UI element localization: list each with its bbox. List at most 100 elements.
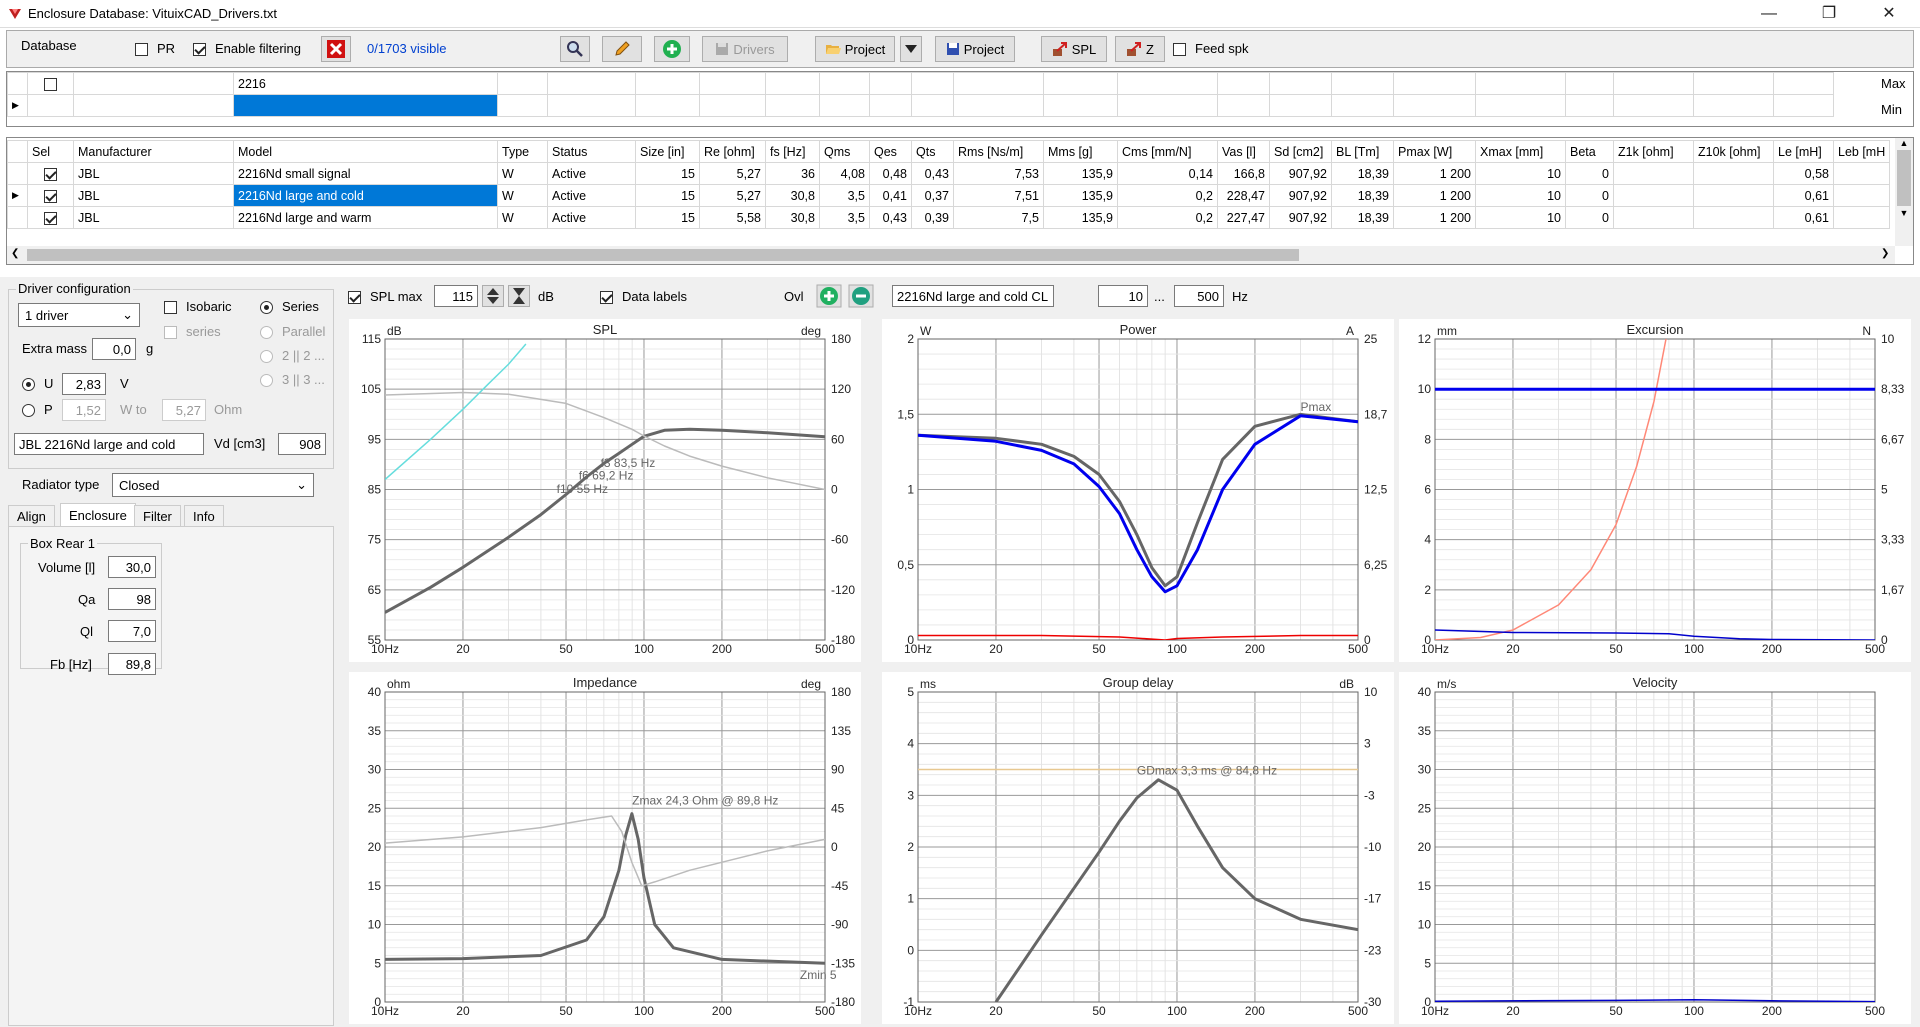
table-cell[interactable]: 0,14 [1117, 162, 1218, 185]
column-header[interactable]: Z1k [ohm] [1613, 140, 1694, 163]
column-header[interactable]: Cms [mm/N] [1117, 140, 1218, 163]
scroll-up-icon[interactable]: ▲ [1895, 138, 1913, 148]
qa-input[interactable]: 98 [108, 588, 156, 610]
feed-spk-checkbox[interactable] [1173, 42, 1186, 57]
filter-cell[interactable] [1043, 72, 1118, 95]
spl-graph[interactable]: SPLdB deg1151059585756555180120600-60-120… [349, 319, 861, 662]
column-header[interactable]: Qes [869, 140, 912, 163]
table-cell[interactable]: 30,8 [765, 184, 820, 207]
freq-to-input[interactable]: 500 [1174, 285, 1224, 307]
table-cell[interactable] [1693, 162, 1774, 185]
minimize-button[interactable]: — [1746, 0, 1792, 28]
table-cell[interactable] [1832, 184, 1891, 207]
table-cell[interactable]: 0,41 [869, 184, 912, 207]
scroll-thumb[interactable] [1897, 150, 1911, 206]
table-cell[interactable]: 0,2 [1117, 184, 1218, 207]
horizontal-scrollbar[interactable]: ❮ ❯ [7, 246, 1895, 264]
table-cell[interactable] [1832, 206, 1891, 229]
filter-cell[interactable] [1217, 94, 1270, 117]
ohm-input[interactable]: 5,27 [162, 399, 206, 421]
table-cell[interactable]: 18,39 [1331, 206, 1394, 229]
column-header[interactable]: Size [in] [635, 140, 700, 163]
save-project-button[interactable]: Project [935, 36, 1015, 62]
opt-22-radio[interactable] [260, 349, 273, 364]
volume-input[interactable]: 30,0 [108, 556, 156, 578]
scroll-left-icon[interactable]: ❮ [11, 248, 19, 259]
filter-cell[interactable] [1393, 72, 1476, 95]
extra-mass-input[interactable]: 0,0 [92, 338, 136, 360]
opt-33-radio[interactable] [260, 373, 273, 388]
fb-input[interactable]: 89,8 [108, 653, 156, 675]
column-header[interactable]: Z10k [ohm] [1693, 140, 1774, 163]
filter-cell[interactable] [765, 94, 820, 117]
filter-model-min-cell[interactable] [233, 94, 498, 117]
filter-cell[interactable] [699, 94, 766, 117]
row-header[interactable] [7, 206, 28, 229]
table-cell[interactable]: 1 200 [1393, 184, 1476, 207]
filter-cell[interactable] [819, 94, 870, 117]
column-header[interactable]: Sd [cm2] [1269, 140, 1332, 163]
tab-align[interactable]: Align [8, 505, 55, 527]
open-project-button[interactable]: Project [815, 36, 895, 62]
enable-filtering-checkbox[interactable] [193, 42, 206, 57]
table-cell[interactable]: 135,9 [1043, 206, 1118, 229]
remove-overlay-button[interactable] [848, 284, 874, 308]
project-dropdown-button[interactable] [900, 36, 922, 62]
filter-cell[interactable] [1043, 94, 1118, 117]
excursion-graph[interactable]: Excursion mm N 12 10 8 6 4 20 10 8,33 6,67 5 3,33 1,67… [1399, 319, 1911, 662]
column-header[interactable]: Qms [819, 140, 870, 163]
table-cell[interactable] [1613, 206, 1694, 229]
table-cell[interactable]: 0,37 [911, 184, 954, 207]
table-cell[interactable]: 907,92 [1269, 206, 1332, 229]
column-header[interactable]: Sel [27, 140, 74, 163]
filter-cell[interactable] [1475, 72, 1566, 95]
table-cell[interactable]: 4,08 [819, 162, 870, 185]
filter-cell[interactable] [1565, 94, 1614, 117]
row-header[interactable] [7, 162, 28, 185]
table-cell[interactable]: 0,2 [1117, 206, 1218, 229]
table-cell[interactable]: W [497, 206, 548, 229]
row-header[interactable]: ▶ [7, 184, 28, 207]
column-header[interactable]: Pmax [W] [1393, 140, 1476, 163]
table-cell[interactable]: Active [547, 206, 636, 229]
table-cell[interactable] [1832, 162, 1891, 185]
filter-cell[interactable] [1693, 72, 1774, 95]
clear-filter-button[interactable] [321, 36, 351, 62]
velocity-graph[interactable]: Velocitym/s403530252015105010Hz 20 50 100 20… [1399, 672, 1911, 1024]
table-cell[interactable]: 15 [635, 184, 700, 207]
filter-cell[interactable] [819, 72, 870, 95]
table-cell[interactable]: W [497, 184, 548, 207]
filter-model-cell[interactable]: 2216 [233, 72, 498, 95]
row-select-checkbox[interactable] [27, 162, 74, 185]
table-cell[interactable] [1613, 162, 1694, 185]
table-cell[interactable]: 0 [1565, 162, 1614, 185]
spl-max-checkbox[interactable] [348, 290, 361, 305]
table-cell[interactable]: 5,58 [699, 206, 766, 229]
freq-from-input[interactable]: 10 [1098, 285, 1148, 307]
filter-cell[interactable] [1331, 94, 1394, 117]
spl-export-button[interactable]: SPL [1041, 36, 1107, 62]
filter-cell[interactable] [953, 94, 1044, 117]
filter-cell[interactable] [1613, 94, 1694, 117]
table-cell[interactable]: 907,92 [1269, 162, 1332, 185]
table-cell[interactable]: 0 [1565, 184, 1614, 207]
table-cell[interactable]: 907,92 [1269, 184, 1332, 207]
tab-filter[interactable]: Filter [134, 505, 181, 527]
table-cell[interactable]: 7,5 [953, 206, 1044, 229]
search-button[interactable] [560, 36, 590, 62]
filter-cell[interactable] [911, 94, 954, 117]
scroll-down-icon[interactable]: ▼ [1895, 208, 1913, 218]
table-cell[interactable]: 5,27 [699, 162, 766, 185]
table-cell[interactable]: 10 [1475, 206, 1566, 229]
column-header[interactable]: Le [mH] [1773, 140, 1834, 163]
row-select-checkbox[interactable] [27, 206, 74, 229]
filter-cell[interactable] [1393, 94, 1476, 117]
column-header[interactable]: Status [547, 140, 636, 163]
column-header[interactable]: Re [ohm] [699, 140, 766, 163]
table-cell[interactable]: 0,58 [1773, 162, 1834, 185]
filter-cell[interactable] [869, 72, 912, 95]
table-cell[interactable]: 15 [635, 206, 700, 229]
series-sub-checkbox[interactable] [164, 325, 177, 340]
filter-manufacturer-cell[interactable] [73, 72, 234, 95]
table-cell[interactable]: 10 [1475, 184, 1566, 207]
